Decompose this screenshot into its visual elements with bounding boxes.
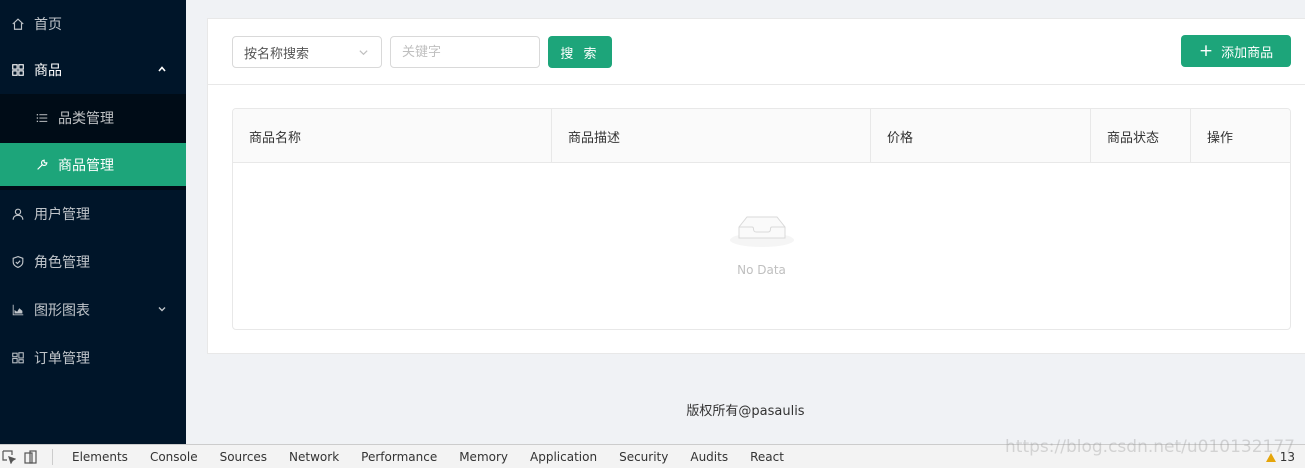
column-header-status: 商品状态	[1091, 109, 1191, 163]
tool-icon	[34, 157, 50, 173]
column-header-actions: 操作	[1207, 130, 1234, 146]
sidebar-item-category-mgmt[interactable]: 品类管理	[0, 94, 186, 142]
devtools-tab-console[interactable]: Console	[139, 445, 209, 468]
sidebar-item-label: 商品管理	[58, 157, 114, 174]
column-header-description: 商品描述	[552, 109, 871, 163]
chevron-down-icon	[359, 50, 368, 56]
empty-inbox-icon	[730, 216, 794, 247]
home-icon	[10, 16, 26, 32]
column-header-name: 商品名称	[233, 109, 552, 163]
user-icon	[10, 206, 26, 222]
devtools-tab-performance[interactable]: Performance	[350, 445, 448, 468]
search-type-select[interactable]: 按名称搜索	[232, 36, 382, 68]
sidebar-item-label: 商品	[34, 63, 62, 79]
chevron-down-icon	[158, 307, 166, 312]
device-toolbar-icon[interactable]	[24, 449, 38, 464]
search-type-value: 按名称搜索	[244, 46, 310, 62]
table-header: 商品名称 商品描述 价格 商品状态 操作	[233, 109, 1290, 163]
sidebar-item-label: 品类管理	[58, 111, 114, 127]
devtools-tab-audits[interactable]: Audits	[679, 445, 739, 468]
empty-text: No Data	[737, 263, 786, 277]
appstore-icon	[10, 62, 26, 78]
inspect-element-icon[interactable]	[2, 449, 16, 464]
search-button[interactable]: 搜 索	[548, 36, 612, 68]
sidebar-item-home[interactable]: 首页	[0, 0, 186, 48]
empty-state: No Data	[233, 163, 1290, 329]
sidebar-item-products[interactable]: 商品	[0, 46, 186, 94]
devtools-tab-memory[interactable]: Memory	[448, 445, 519, 468]
devtools-separator	[52, 448, 53, 465]
sidebar: 首页 商品 品类管理 商品管理 用户管理 角色管理 图形图表 订单管理	[0, 0, 186, 444]
safety-icon	[10, 254, 26, 270]
chevron-up-icon	[158, 66, 166, 72]
windows-icon	[10, 350, 26, 366]
search-button-label: 搜 索	[560, 46, 600, 62]
sidebar-item-user-mgmt[interactable]: 用户管理	[0, 190, 186, 238]
footer: 版权所有@pasaulis	[686, 404, 805, 419]
product-list-card: 按名称搜索 搜 索 + 添加商品 商品名称 商品描述 价格 商品状态 操作 No…	[207, 18, 1305, 354]
column-header-price: 价格	[871, 109, 1091, 163]
plus-icon: +	[1198, 40, 1214, 61]
devtools-tab-sources[interactable]: Sources	[209, 445, 278, 468]
devtools-tab-network[interactable]: Network	[278, 445, 350, 468]
devtools-tab-elements[interactable]: Elements	[61, 445, 139, 468]
card-header: 按名称搜索 搜 索 + 添加商品	[208, 19, 1305, 85]
header-pointer	[340, 0, 362, 11]
devtools-tab-security[interactable]: Security	[608, 445, 679, 468]
area-chart-icon	[10, 302, 26, 318]
warning-count: 13	[1279, 450, 1295, 464]
sidebar-item-charts[interactable]: 图形图表	[0, 286, 186, 334]
add-product-label: 添加商品	[1221, 45, 1274, 61]
sidebar-item-role-mgmt[interactable]: 角色管理	[0, 238, 186, 286]
sidebar-item-label: 首页	[34, 17, 62, 33]
devtools-tab-application[interactable]: Application	[519, 445, 608, 468]
sidebar-item-product-mgmt[interactable]: 商品管理	[0, 143, 186, 186]
warning-counter[interactable]: 13	[1265, 445, 1295, 468]
sidebar-item-label: 角色管理	[34, 255, 90, 271]
product-table: 商品名称 商品描述 价格 商品状态 操作 No Data	[232, 108, 1291, 330]
sidebar-item-label: 图形图表	[34, 303, 90, 319]
keyword-input[interactable]	[390, 36, 540, 68]
sidebar-item-order-mgmt[interactable]: 订单管理	[0, 334, 186, 382]
add-product-button[interactable]: + 添加商品	[1181, 35, 1291, 67]
devtools-bar: Elements Console Sources Network Perform…	[0, 444, 1305, 468]
sidebar-item-label: 订单管理	[34, 351, 90, 367]
bars-icon	[34, 110, 50, 126]
devtools-tab-react[interactable]: React	[739, 445, 795, 468]
sidebar-item-label: 用户管理	[34, 207, 90, 223]
warning-icon	[1265, 452, 1276, 462]
